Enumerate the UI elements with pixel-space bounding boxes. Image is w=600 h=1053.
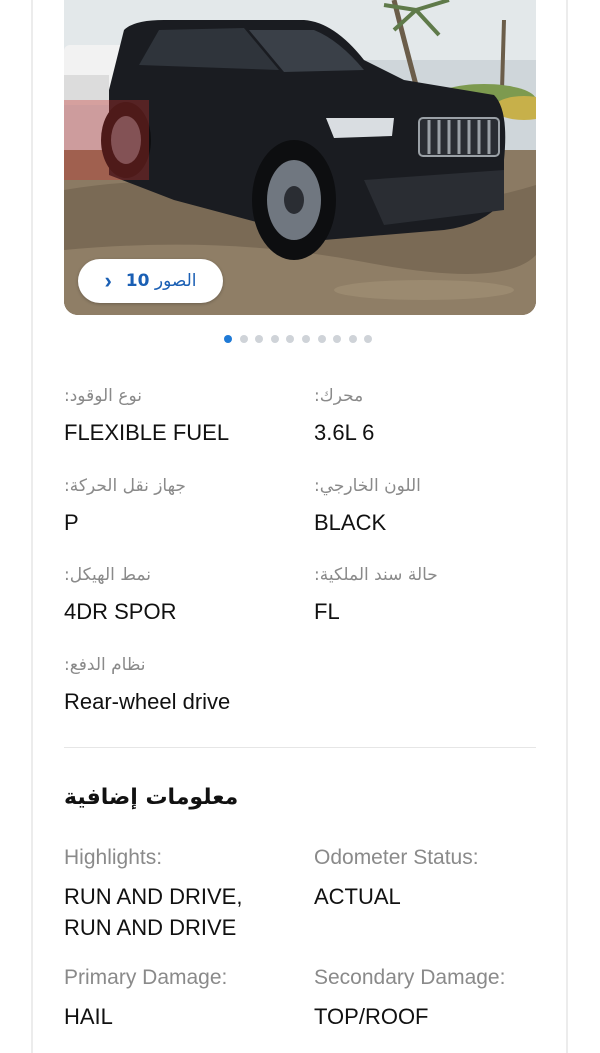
pager-dot[interactable] [317,335,326,343]
primary-damage-value: HAIL [64,1004,113,1029]
highlights-value: RUN AND DRIVE, RUN AND DRIVE [64,884,243,940]
section-divider [64,747,536,748]
secondary-damage-value: TOP/ROOF [314,1004,429,1029]
odometer-status-label: Odometer Status: [314,846,479,869]
vehicle-photo[interactable]: › الصور 10 [64,0,536,315]
pager-dot[interactable] [239,335,248,343]
additional-info-title: معلومات إضافية [64,785,239,810]
primary-damage-label: Primary Damage: [64,966,228,989]
highlights-label: Highlights: [64,846,163,869]
drive-system-value: Rear-wheel drive [64,689,231,714]
body-style-label: :نمط الهيكل [64,565,151,585]
drive-system-label: :نظام الدفع [64,655,146,675]
engine-value: 3.6L 6 [314,420,375,445]
pager-dot[interactable] [270,335,279,343]
body-style-value: 4DR SPOR [64,599,177,624]
chevron-right-icon: › [104,268,112,293]
fuel-type-label: :نوع الوقود [64,386,142,406]
page-border-left [31,0,33,1053]
page-border-right [566,0,568,1053]
transmission-label: :جهاز نقل الحركة [64,476,186,496]
pager-dot[interactable] [301,335,310,343]
title-status-value: FL [314,599,340,624]
odometer-status-value: ACTUAL [314,884,401,909]
pager-dot[interactable] [286,335,295,343]
pager-dot-active[interactable] [224,335,232,343]
pager-dot[interactable] [333,335,342,343]
pager-dot[interactable] [255,335,264,343]
pager-dot[interactable] [348,335,357,343]
exterior-color-value: BLACK [314,510,387,535]
photos-label: الصور [154,271,197,291]
photos-count: 10 [125,271,150,291]
fuel-type-value: FLEXIBLE FUEL [64,420,230,445]
watermark-logo [64,100,149,180]
photos-button[interactable]: › الصور 10 [78,259,223,303]
secondary-damage-label: Secondary Damage: [314,966,506,989]
exterior-color-label: :اللون الخارجي [314,476,421,496]
photo-pager [224,335,373,343]
engine-label: :محرك [314,386,364,406]
title-status-label: :حالة سند الملكية [314,565,438,585]
transmission-value: P [64,510,79,535]
pager-dot[interactable] [364,335,373,343]
